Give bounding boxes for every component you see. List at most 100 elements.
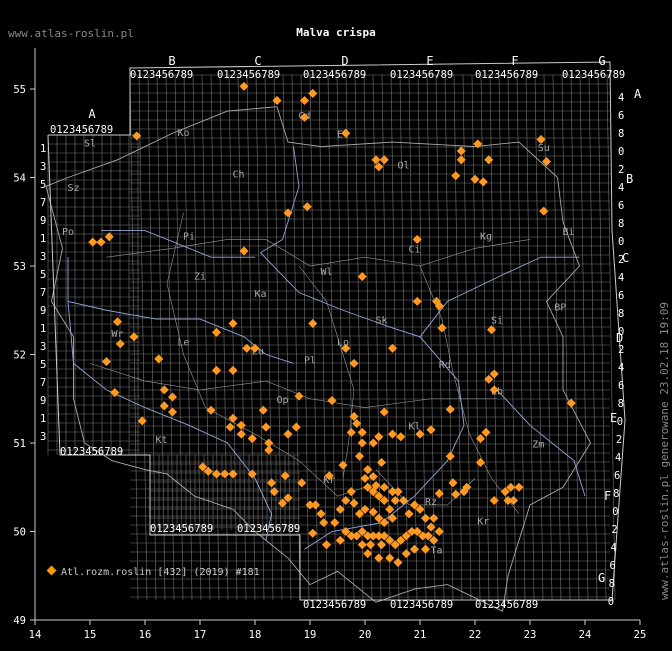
grid-column-digits: 0123456789 [562, 69, 625, 81]
occurrence-marker [349, 358, 359, 368]
grid-line-v [219, 74, 229, 601]
grid-row-digit: 0 [618, 236, 624, 248]
occurrence-marker [115, 339, 125, 349]
occurrence-marker [387, 429, 398, 439]
region-label: Op [276, 395, 288, 406]
grid-column-letter: F [511, 54, 518, 68]
region-label: Ol [397, 161, 409, 172]
region-label: BP [554, 302, 566, 313]
grid-row-digit: 3 [40, 341, 46, 353]
grid-column-digits: 0123456789 [150, 523, 213, 535]
x-tick-label: 23 [524, 629, 537, 641]
grid-line-v [552, 74, 562, 601]
occurrence-marker [368, 438, 378, 448]
grid-line-v [246, 74, 256, 601]
grid-line-v [579, 74, 589, 601]
grid-row-digit: 6 [618, 290, 624, 302]
occurrence-marker [167, 392, 178, 402]
occurrence-marker [272, 95, 282, 106]
grid-row-digit: 8 [618, 398, 624, 410]
grid-column-digits: 0123456789 [475, 599, 538, 611]
grid-row-digit: 4 [618, 272, 624, 284]
occurrence-marker [481, 427, 491, 437]
grid-line-v [282, 74, 292, 601]
occurrence-marker [363, 465, 373, 475]
grid-row-digit: 9 [40, 395, 46, 407]
region-label: Ka [254, 289, 266, 300]
grid-row-digit: 9 [40, 305, 46, 317]
occurrence-marker [341, 495, 351, 506]
grid-row-digit: 4 [610, 542, 616, 554]
occurrence-marker [426, 425, 436, 435]
occurrence-marker [112, 317, 123, 327]
grid-line-v [588, 74, 598, 601]
grid-row-digit: 2 [618, 344, 624, 356]
occurrence-marker [437, 323, 447, 333]
grid-column-digits: 0123456789 [60, 446, 123, 458]
occurrence-marker [101, 357, 112, 367]
occurrence-marker [206, 405, 216, 415]
grid-column-digits: 0123456789 [390, 599, 453, 611]
x-tick-label: 20 [359, 629, 372, 641]
region-label: Si [491, 316, 503, 327]
occurrence-marker [360, 473, 370, 483]
grid-line-v [156, 74, 166, 601]
y-tick-label: 53 [13, 261, 26, 273]
occurrence-marker [429, 513, 439, 523]
occurrence-marker [470, 174, 480, 184]
occurrence-marker [228, 318, 238, 329]
region-label: Ta [430, 546, 442, 557]
region-label: Ch [232, 170, 244, 181]
legend-label: Atl.rozm.roslin [432] (2019) #181 [61, 567, 260, 578]
occurrence-marker [412, 296, 422, 306]
grid-line-v [354, 74, 364, 601]
occurrence-marker [305, 500, 315, 510]
occurrence-marker [365, 540, 376, 550]
grid-row-digit: 8 [618, 308, 624, 320]
region-label: Su [538, 143, 550, 154]
occurrence-marker [475, 457, 486, 467]
grid-row-digit: 8 [613, 488, 619, 500]
occurrence-marker [385, 504, 395, 514]
grid-column-digits: 0123456789 [303, 599, 366, 611]
grid-line-v [273, 74, 283, 601]
occurrence-marker [420, 513, 431, 523]
occurrence-marker [335, 535, 345, 545]
occurrence-marker [357, 427, 367, 437]
occurrence-marker [211, 365, 222, 375]
grid-line-v [255, 74, 265, 601]
grid-row-digit: 4 [615, 452, 621, 464]
occurrence-marker [346, 427, 356, 437]
grid-line-v [435, 74, 445, 601]
grid-column-digits: 0123456789 [303, 69, 366, 81]
occurrence-marker [159, 385, 169, 395]
occurrence-marker [228, 413, 238, 423]
grid-row-digit: 4 [618, 92, 624, 104]
grid-row-digit: 6 [618, 200, 624, 212]
grid-line-v [462, 74, 472, 601]
grid-row-letter: F [604, 489, 611, 503]
occurrence-marker [327, 395, 337, 406]
grid-row-digit: 6 [618, 110, 624, 122]
grid-row-digit: 7 [40, 197, 46, 209]
grid-row-digit: 3 [40, 251, 46, 263]
grid-row-letter: G [598, 571, 605, 585]
grid-column-digits: 0123456789 [475, 69, 538, 81]
region-label: Zm [532, 439, 544, 450]
grid-row-digit: 1 [40, 233, 46, 245]
grid-row-digit: 3 [40, 161, 46, 173]
occurrence-marker [390, 495, 400, 506]
occurrence-marker [420, 544, 431, 554]
x-tick-label: 17 [194, 629, 207, 641]
occurrence-marker [129, 332, 139, 342]
border-line [45, 106, 592, 612]
grid-column-digits: 0123456789 [50, 124, 113, 136]
occurrence-marker [376, 457, 387, 467]
occurrence-marker [319, 518, 329, 528]
grid-line-v [192, 74, 202, 601]
occurrence-marker [514, 482, 524, 492]
grid-line-v [507, 74, 517, 601]
grid-row-digit: 0 [617, 416, 623, 428]
grid-row-digit: 5 [40, 269, 46, 281]
grid-line-v [444, 74, 454, 601]
